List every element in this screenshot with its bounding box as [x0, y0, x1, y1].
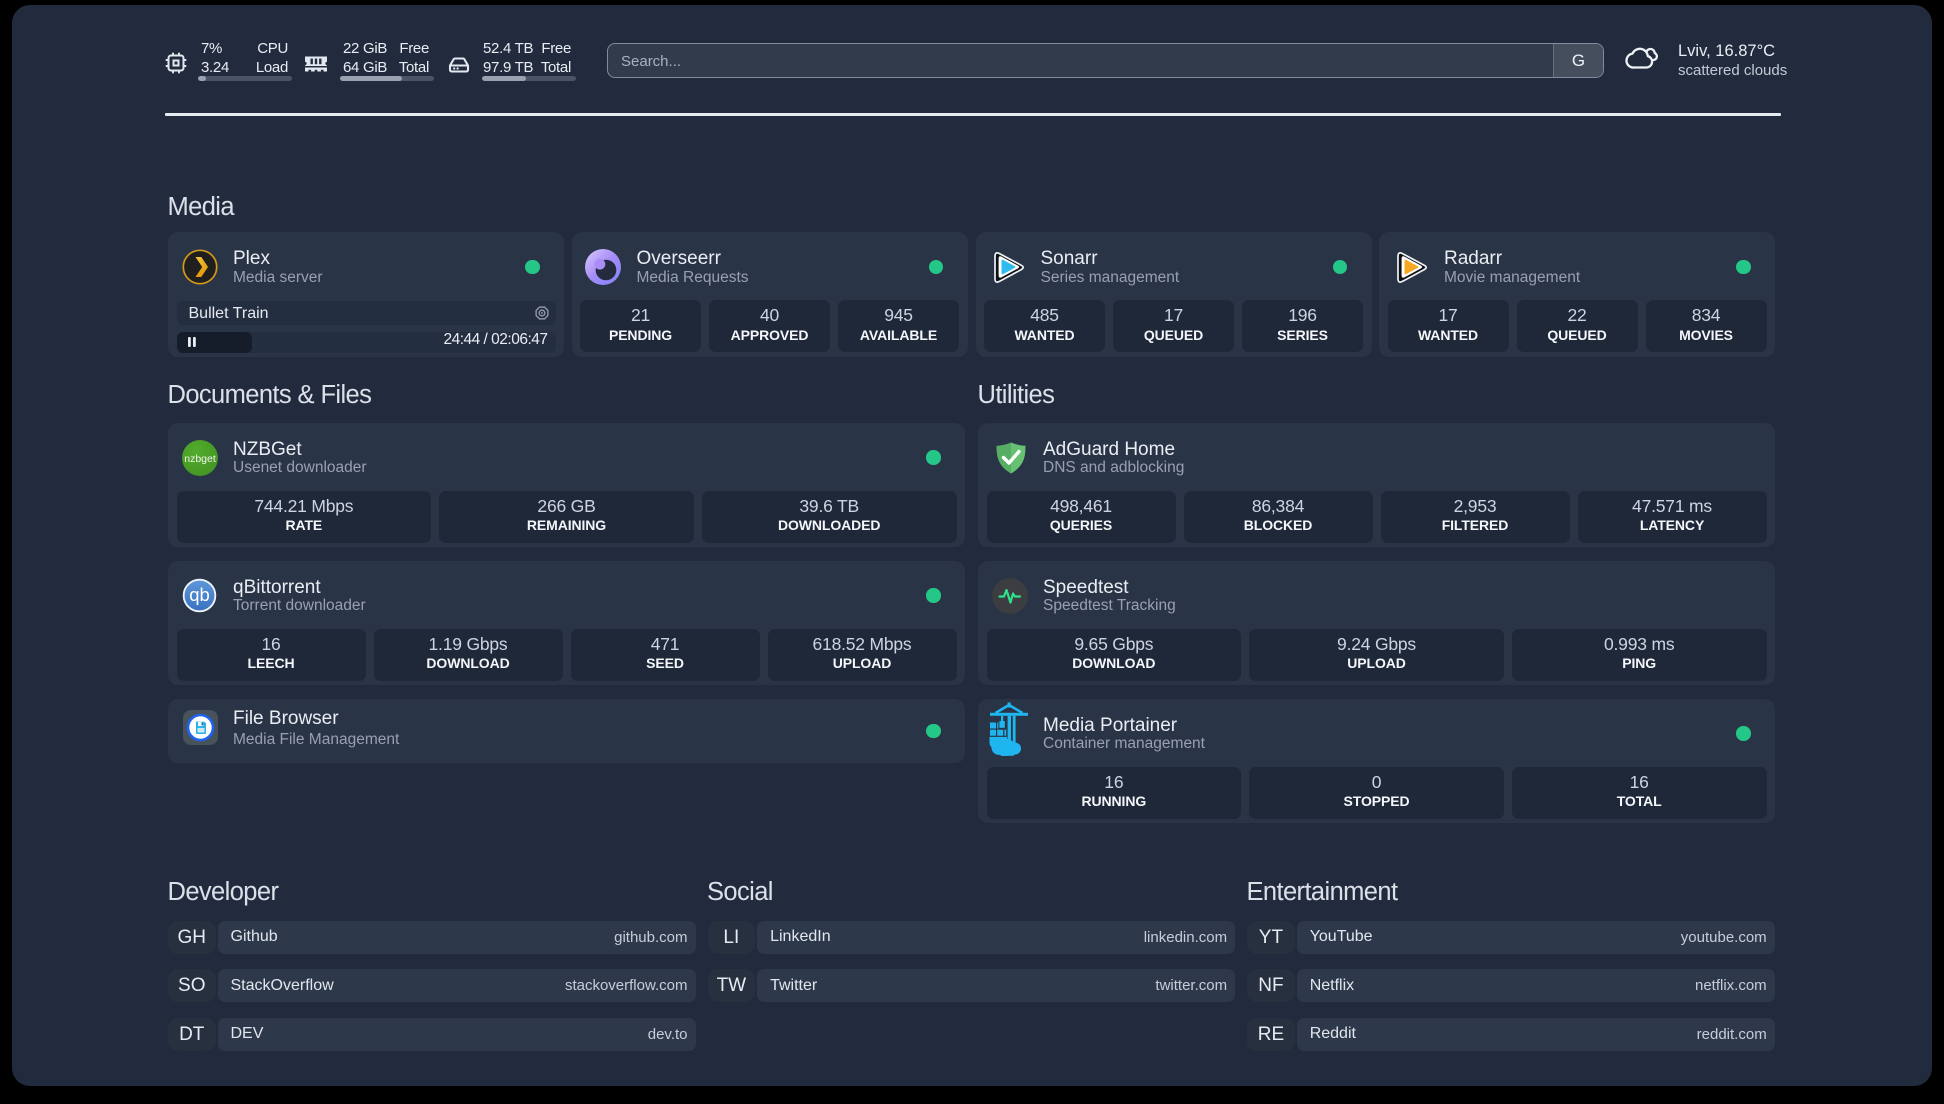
svg-text:nzbget: nzbget — [184, 453, 216, 465]
svg-text:qb: qb — [189, 583, 210, 604]
